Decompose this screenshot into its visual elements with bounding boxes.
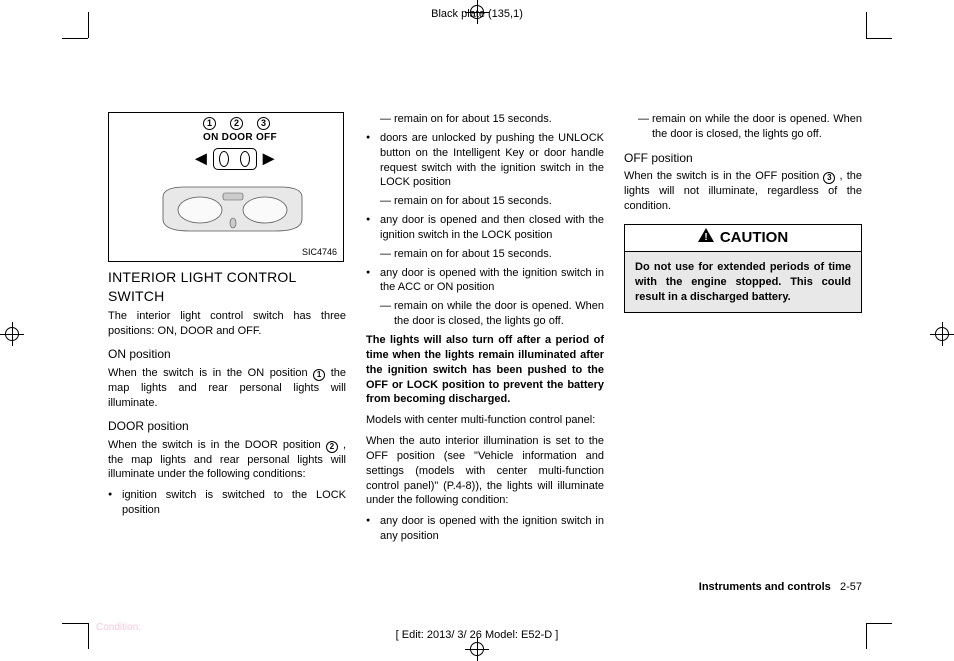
section-name: Instruments and controls	[699, 581, 831, 593]
registration-mark-icon	[930, 322, 954, 346]
list-item: any door is opened with the ignition swi…	[366, 514, 604, 544]
figure-interior-light-switch: 1 2 3 ON DOOR OFF ◄ ► SIC4746	[108, 112, 344, 262]
caution-box: ! CAUTION Do not use for extended period…	[624, 224, 862, 314]
arrow-right-icon: ►	[259, 149, 279, 169]
column-1: 1 2 3 ON DOOR OFF ◄ ► SIC4746 INTERIOR L	[108, 112, 346, 548]
heading-off-position: OFF position	[624, 150, 862, 166]
svg-text:!: !	[704, 232, 707, 242]
figure-code: SIC4746	[302, 246, 337, 258]
list-item: any door is opened and then closed with …	[366, 213, 604, 243]
switch-slot	[213, 148, 257, 170]
text: When the switch is in the DOOR position	[108, 439, 326, 451]
heading-interior-light-switch: INTERIOR LIGHT CONTROL SWITCH	[108, 268, 346, 306]
sub-list-item: remain on for about 15 seconds.	[366, 112, 604, 127]
caution-title: ! CAUTION	[625, 225, 861, 252]
paragraph: The interior light control switch has th…	[108, 309, 346, 339]
column-3: remain on while the door is opened. When…	[624, 112, 862, 548]
main-content: 1 2 3 ON DOOR OFF ◄ ► SIC4746 INTERIOR L	[108, 112, 864, 548]
light-fixture-illustration	[155, 185, 310, 243]
text: When the switch is in the OFF position	[624, 170, 823, 182]
sub-list-item: remain on while the door is opened. When…	[366, 299, 604, 329]
paragraph: When the switch is in the ON position 1 …	[108, 366, 346, 411]
paragraph: When the switch is in the DOOR position …	[108, 438, 346, 483]
page-number: 2-57	[840, 581, 862, 593]
list-item: doors are unlocked by pushing the UNLOCK…	[366, 131, 604, 190]
figure-callout-labels: 1 2 3 ON DOOR OFF	[203, 117, 277, 145]
warning-icon: !	[698, 228, 714, 247]
paragraph: When the switch is in the OFF position 3…	[624, 169, 862, 214]
callout-3-icon: 3	[257, 117, 270, 130]
arrow-left-icon: ◄	[191, 149, 211, 169]
heading-on-position: ON position	[108, 346, 346, 362]
text: When the switch is in the ON position	[108, 367, 313, 379]
sub-list-item: remain on for about 15 seconds.	[366, 194, 604, 209]
footer-edit-info: [ Edit: 2013/ 3/ 26 Model: E52-D ]	[0, 629, 954, 641]
caution-body: Do not use for extended periods of time …	[625, 252, 861, 313]
page-header: Black plate (135,1)	[0, 8, 954, 20]
registration-mark-icon	[0, 322, 24, 346]
list-item: any door is opened with the ignition swi…	[366, 266, 604, 296]
cropmark	[62, 38, 88, 39]
footer-section: Instruments and controls 2-57	[699, 581, 862, 593]
callout-1-inline-icon: 1	[313, 369, 325, 381]
figure-switch-illustration: ◄ ►	[191, 148, 279, 170]
sub-list-item: remain on for about 15 seconds.	[366, 247, 604, 262]
switch-position-labels: ON DOOR OFF	[203, 131, 277, 145]
paragraph-bold-note: The lights will also turn off after a pe…	[366, 333, 604, 407]
callout-2-icon: 2	[230, 117, 243, 130]
cropmark	[866, 623, 892, 624]
column-2: remain on for about 15 seconds. doors ar…	[366, 112, 604, 548]
paragraph: Models with center multi-function contro…	[366, 413, 604, 428]
callout-2-inline-icon: 2	[326, 441, 338, 453]
paragraph: When the auto interior illumination is s…	[366, 434, 604, 508]
list-item: ignition switch is switched to the LOCK …	[108, 488, 346, 518]
caution-label: CAUTION	[720, 228, 788, 248]
callout-3-inline-icon: 3	[823, 172, 835, 184]
callout-1-icon: 1	[203, 117, 216, 130]
cropmark	[62, 623, 88, 624]
sub-list-item: remain on while the door is opened. When…	[624, 112, 862, 142]
heading-door-position: DOOR position	[108, 418, 346, 434]
cropmark	[866, 38, 892, 39]
